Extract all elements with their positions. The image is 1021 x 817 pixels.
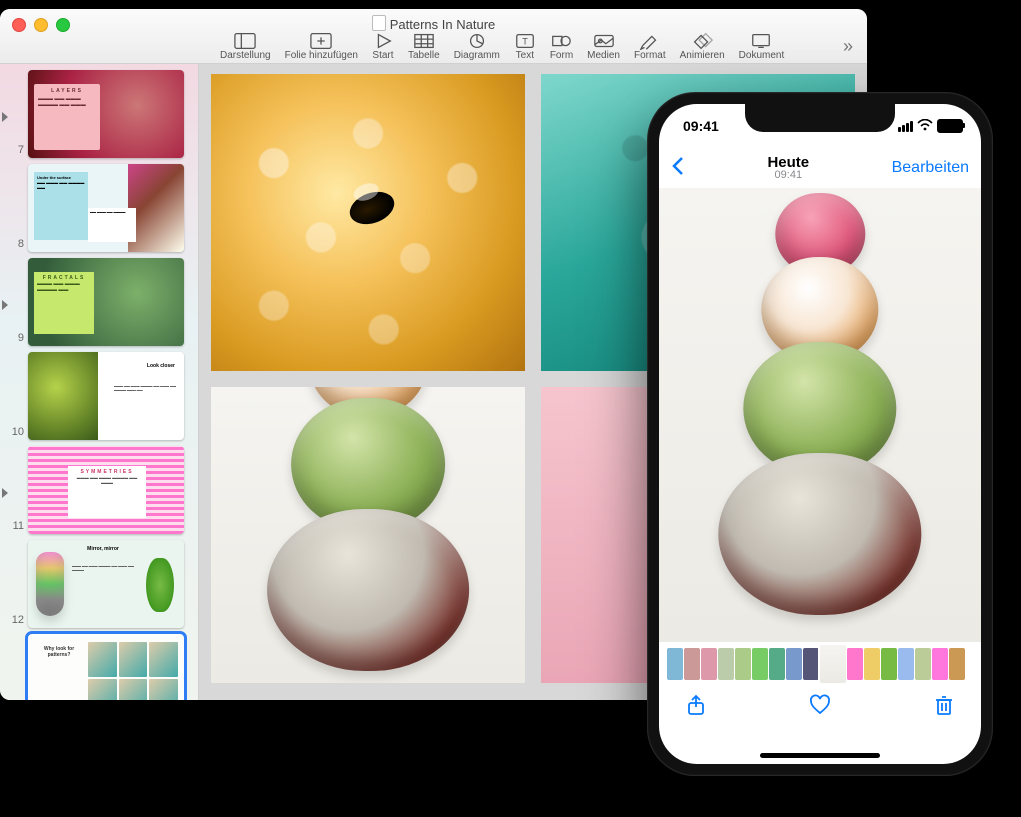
disclosure-icon[interactable] [0,485,10,495]
toolbar-play[interactable]: Start [372,32,394,61]
disclosure-icon[interactable] [0,109,10,119]
toolbar-shape[interactable]: Form [550,32,573,61]
bee-icon [345,186,398,230]
scrubber-thumb[interactable] [735,648,751,680]
toolbar-chart[interactable]: Diagramm [454,32,500,61]
document-title: Patterns In Nature [0,15,867,32]
wifi-icon [917,118,933,134]
scrubber-thumb[interactable] [667,648,683,680]
scrubber-thumb[interactable] [898,648,914,680]
scrubber-thumb[interactable] [847,648,863,680]
toolbar-format[interactable]: Format [634,32,666,61]
status-time: 09:41 [683,118,719,134]
iphone-device: 09:41 Heute 09:41 Bearbeiten [647,92,993,776]
scrubber-thumb[interactable] [752,648,768,680]
slide-thumbnail-13[interactable]: 13 Why look for patterns? [2,634,192,700]
photo-scrubber[interactable] [659,642,981,686]
home-indicator[interactable] [760,753,880,758]
cellular-icon [898,121,913,132]
photos-nav-bar: Heute 09:41 Bearbeiten [659,148,981,188]
scrubber-thumb[interactable] [803,648,819,680]
toolbar: Darstellung Folie hinzufügen Start Tabel… [220,32,857,61]
battery-icon [937,119,963,133]
titlebar: Patterns In Nature Darstellung Folie hin… [0,9,867,64]
slide-thumbnail-9[interactable]: 9 FRACTALS▬▬▬ ▬▬ ▬▬▬ ▬▬▬▬ ▬▬ [2,258,192,346]
slide-number: 10 [2,426,24,440]
document-icon [372,15,386,31]
toolbar-document[interactable]: Dokument [739,32,785,61]
toolbar-media[interactable]: Medien [587,32,620,61]
scrubber-thumb[interactable] [769,648,785,680]
delete-button[interactable] [933,694,955,721]
nav-title: Heute 09:41 [767,155,809,181]
photo-viewer[interactable] [659,188,981,642]
notch [745,104,895,132]
scrubber-thumb[interactable] [881,648,897,680]
toolbar-add-slide[interactable]: Folie hinzufügen [285,32,358,61]
back-button[interactable] [671,156,685,181]
slide-number: 12 [2,614,24,628]
scrubber-thumb[interactable] [684,648,700,680]
toolbar-overflow[interactable]: » [843,36,857,57]
toolbar-view[interactable]: Darstellung [220,32,271,61]
scrubber-thumb[interactable] [949,648,965,680]
slide-thumbnail-10[interactable]: 10 Look closer▬▬▬ ▬▬ ▬▬▬ ▬▬▬▬ ▬▬ ▬▬▬ ▬▬ … [2,352,192,440]
image-stacked-urchins[interactable] [211,387,525,684]
share-button[interactable] [685,694,707,721]
favorite-button[interactable] [809,694,831,721]
slide-thumbnail-11[interactable]: 11 SYMMETRIES▬▬▬ ▬▬ ▬▬▬ ▬▬▬▬ ▬▬ ▬▬▬ [2,446,192,534]
edit-button[interactable]: Bearbeiten [892,159,969,177]
slide-number: 7 [2,144,24,158]
photo-toolbar [659,686,981,728]
scrubber-thumb[interactable] [701,648,717,680]
slide-number: 8 [2,238,24,252]
slide-number: 9 [2,332,24,346]
slide-thumbnail-7[interactable]: 7 LAYERS▬▬▬ ▬▬ ▬▬▬ ▬▬▬▬ ▬▬ ▬▬▬ [2,70,192,158]
toolbar-animate[interactable]: Animieren [680,32,725,61]
slide-thumbnail-8[interactable]: 8 Under the surface▬▬ ▬▬▬ ▬▬ ▬▬▬▬ ▬▬▬▬ ▬… [2,164,192,252]
toolbar-table[interactable]: Tabelle [408,32,440,61]
slide-navigator[interactable]: 7 LAYERS▬▬▬ ▬▬ ▬▬▬ ▬▬▬▬ ▬▬ ▬▬▬ 8 Under t… [0,64,199,700]
disclosure-icon[interactable] [0,297,10,307]
photos-app: 09:41 Heute 09:41 Bearbeiten [659,104,981,764]
scrubber-thumb[interactable] [932,648,948,680]
scrubber-thumb[interactable] [786,648,802,680]
scrubber-thumb[interactable] [820,645,846,683]
slide-thumbnail-12[interactable]: 12 Mirror, mirror▬▬▬ ▬▬ ▬▬▬ ▬▬▬▬ ▬▬ ▬▬▬ … [2,540,192,628]
toolbar-text[interactable]: T Text [514,32,536,61]
image-honeycomb[interactable] [211,74,525,371]
scrubber-thumb[interactable] [915,648,931,680]
svg-text:T: T [522,37,528,47]
scrubber-thumb[interactable] [718,648,734,680]
slide-number: 11 [2,520,24,534]
scrubber-thumb[interactable] [864,648,880,680]
